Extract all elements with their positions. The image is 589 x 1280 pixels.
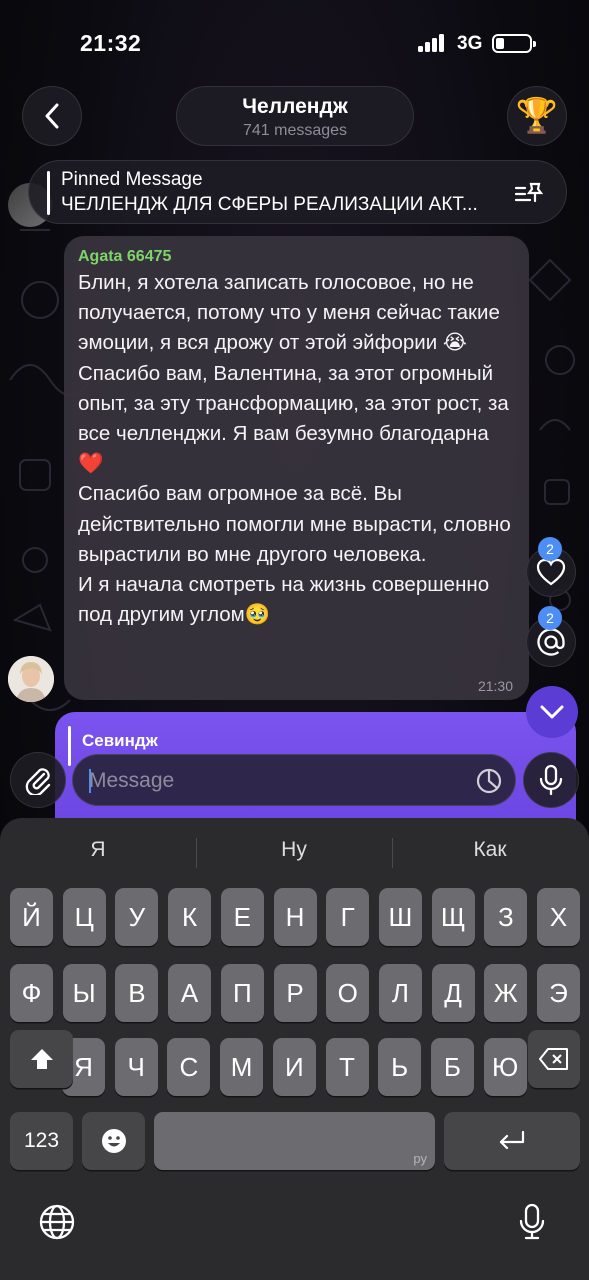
key-row3-7[interactable]: Б — [430, 1038, 474, 1096]
status-time: 21:32 — [80, 30, 142, 56]
emoji-icon — [101, 1129, 126, 1153]
pinned-indicator — [47, 171, 50, 215]
microphone-icon — [539, 764, 563, 796]
voice-record-button[interactable] — [523, 752, 579, 808]
heart-icon — [536, 558, 566, 586]
suggestion-divider — [392, 838, 393, 868]
emoji-keyboard-key[interactable] — [82, 1112, 145, 1170]
key-row3-4[interactable]: И — [272, 1038, 316, 1096]
message-text: Блин, я хотела записать голосовое, но не… — [78, 271, 511, 627]
attach-button[interactable] — [10, 752, 66, 808]
chat-title: Челлендж — [242, 95, 348, 118]
key-row2-6[interactable]: О — [326, 964, 370, 1022]
key-row1-1[interactable]: Ц — [62, 888, 106, 946]
suggestion-1[interactable]: Я — [20, 838, 176, 868]
backspace-icon — [539, 1048, 568, 1070]
network-type: 3G — [457, 33, 483, 54]
sender-avatar[interactable] — [8, 656, 54, 702]
keyboard-language: ру — [413, 1151, 427, 1166]
cellular-signal-icon — [418, 34, 448, 52]
key-row3-6[interactable]: Ь — [378, 1038, 422, 1096]
avatar-photo — [8, 656, 54, 702]
key-row2-9[interactable]: Ж — [484, 964, 528, 1022]
key-row1-2[interactable]: У — [115, 888, 159, 946]
scroll-down-button[interactable] — [526, 686, 578, 738]
paperclip-icon — [25, 768, 51, 795]
reactions-badge: 2 — [538, 537, 562, 561]
key-row1-0[interactable]: Й — [10, 888, 53, 946]
key-row2-5[interactable]: Р — [273, 964, 317, 1022]
shift-icon — [30, 1049, 53, 1069]
key-row1-7[interactable]: Ш — [378, 888, 422, 946]
sticker-emoji-icon[interactable] — [475, 767, 503, 795]
reply-indicator — [68, 726, 71, 766]
key-row2-4[interactable]: П — [220, 964, 264, 1022]
chat-screen: 21:32 3G Челлендж 741 messages 🏆 Pinned … — [0, 0, 589, 1280]
key-row2-8[interactable]: Д — [431, 964, 475, 1022]
message-count: 741 messages — [242, 122, 348, 139]
return-key[interactable] — [444, 1112, 580, 1170]
suggestion-2[interactable]: Ну — [216, 838, 372, 868]
at-sign-icon — [537, 628, 565, 656]
trophy-icon[interactable]: 🏆 — [507, 86, 567, 146]
key-row2-7[interactable]: Л — [378, 964, 422, 1022]
key-row2-2[interactable]: В — [115, 964, 159, 1022]
shift-key[interactable] — [10, 1030, 73, 1088]
keyboard: Я Ну Как ЙЦУКЕНГШЩЗХ ФЫВАПРОЛДЖЭ ЯЧСМИТЬ… — [0, 818, 589, 1280]
message-time: 21:30 — [477, 678, 513, 694]
numbers-key[interactable]: 123 — [10, 1112, 73, 1170]
key-row3-8[interactable]: Ю — [483, 1038, 527, 1096]
message-input-field[interactable] — [72, 754, 516, 806]
key-row3-3[interactable]: М — [220, 1038, 264, 1096]
chat-title-pill[interactable]: Челлендж 741 messages — [176, 86, 414, 146]
message-sender[interactable]: Agata 66475 — [78, 248, 515, 266]
pinned-label: Pinned Message — [61, 169, 203, 190]
key-row2-3[interactable]: А — [168, 964, 212, 1022]
key-row1-3[interactable]: К — [168, 888, 212, 946]
key-row1-9[interactable]: З — [484, 888, 528, 946]
key-row3-1[interactable]: Ч — [114, 1038, 158, 1096]
key-row1-10[interactable]: Х — [537, 888, 580, 946]
space-key[interactable]: ру — [154, 1112, 435, 1170]
dictation-mic-icon[interactable] — [510, 1200, 554, 1244]
key-row2-1[interactable]: Ы — [62, 964, 106, 1022]
chevron-down-icon — [540, 705, 564, 719]
message-input[interactable] — [89, 767, 459, 795]
battery-icon — [492, 34, 536, 53]
key-row1-5[interactable]: Н — [273, 888, 317, 946]
globe-icon[interactable] — [35, 1200, 79, 1244]
key-row3-5[interactable]: Т — [325, 1038, 369, 1096]
message-bubble[interactable]: Agata 66475 Блин, я хотела записать голо… — [64, 236, 529, 700]
pinned-message-bar[interactable]: Pinned Message ЧЕЛЛЕНДЖ ДЛЯ СФЕРЫ РЕАЛИЗ… — [28, 160, 567, 224]
backspace-key[interactable] — [528, 1030, 580, 1088]
chevron-left-icon — [45, 103, 59, 129]
pin-list-icon[interactable] — [514, 180, 544, 206]
key-row1-4[interactable]: Е — [220, 888, 264, 946]
status-bar: 21:32 3G — [0, 0, 589, 80]
key-row2-0[interactable]: Ф — [10, 964, 53, 1022]
pinned-text: ЧЕЛЛЕНДЖ ДЛЯ СФЕРЫ РЕАЛИЗАЦИИ АКТ... — [61, 194, 478, 215]
key-row2-10[interactable]: Э — [537, 964, 580, 1022]
mentions-badge: 2 — [538, 606, 562, 630]
return-icon — [499, 1130, 525, 1150]
reply-sender: Севиндж — [82, 731, 158, 750]
key-row3-2[interactable]: С — [167, 1038, 211, 1096]
suggestion-divider — [196, 838, 197, 868]
back-button[interactable] — [22, 86, 82, 146]
key-row1-8[interactable]: Щ — [431, 888, 475, 946]
key-row1-6[interactable]: Г — [326, 888, 370, 946]
suggestion-3[interactable]: Как — [412, 838, 568, 868]
